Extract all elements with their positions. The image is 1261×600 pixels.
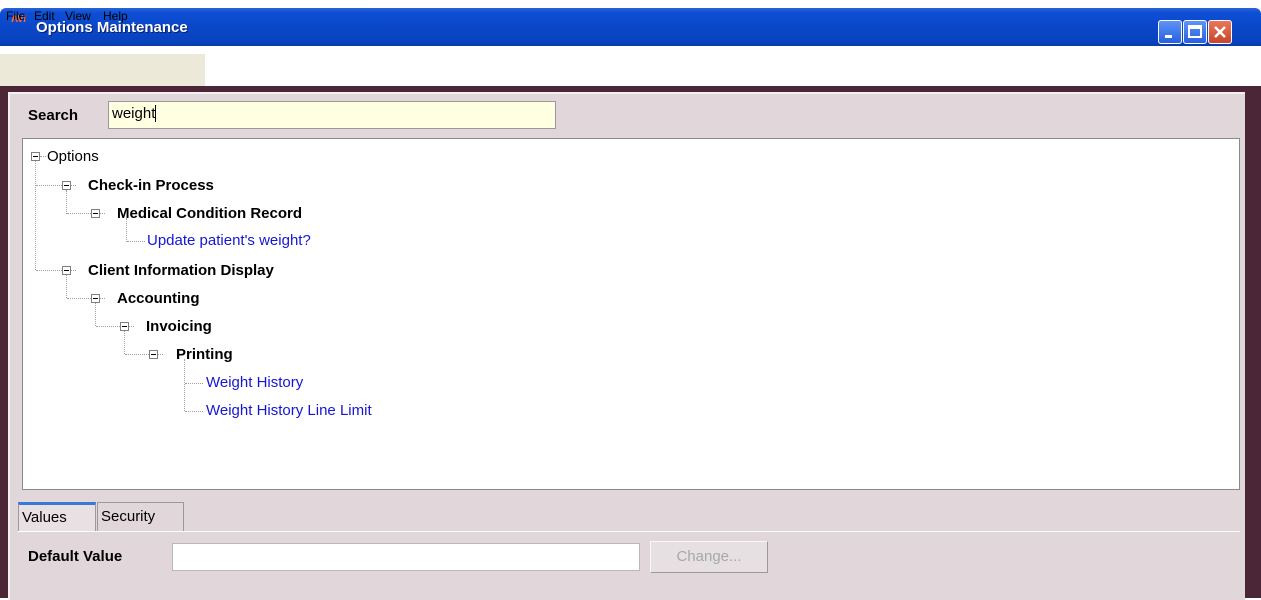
tree-connector xyxy=(40,156,46,157)
tree-connector xyxy=(158,354,163,355)
menu-bar xyxy=(0,54,205,86)
background-area xyxy=(205,54,1261,86)
menu-view[interactable]: View xyxy=(65,9,91,23)
tree-connector xyxy=(36,270,62,271)
tree-connector xyxy=(95,303,96,326)
maximize-button[interactable] xyxy=(1183,20,1207,44)
tree-node-accounting[interactable]: Accounting xyxy=(117,290,200,308)
tree-root-options[interactable]: Options xyxy=(47,148,99,166)
tree-connector xyxy=(124,331,125,354)
default-value-label: Default Value xyxy=(28,548,123,565)
tab-security[interactable]: Security xyxy=(97,502,184,531)
minimize-icon xyxy=(1165,35,1172,38)
search-value: weight xyxy=(112,105,157,122)
tree-connector xyxy=(100,298,105,299)
collapse-icon[interactable] xyxy=(91,209,100,218)
tree-connector xyxy=(66,275,67,298)
tree-connector xyxy=(67,298,91,299)
tree-connector xyxy=(129,326,134,327)
menu-edit[interactable]: Edit xyxy=(34,9,55,23)
title-bar xyxy=(0,8,1261,46)
tab-divider xyxy=(18,531,1240,532)
search-label: Search xyxy=(28,107,79,124)
change-button[interactable]: Change... xyxy=(650,541,768,573)
tree-option-weight-history[interactable]: Weight History xyxy=(206,374,303,392)
maximize-icon xyxy=(1188,25,1202,38)
close-button[interactable] xyxy=(1208,20,1232,44)
tree-node-check-in-process[interactable]: Check-in Process xyxy=(88,177,214,195)
default-value-field[interactable] xyxy=(172,543,640,571)
collapse-icon[interactable] xyxy=(62,266,71,275)
collapse-icon[interactable] xyxy=(149,350,158,359)
tree-connector xyxy=(35,161,36,270)
tree-node-printing[interactable]: Printing xyxy=(176,346,233,364)
search-input[interactable]: weight xyxy=(108,101,556,129)
tree-connector xyxy=(71,270,76,271)
tree-node-invoicing[interactable]: Invoicing xyxy=(146,318,212,336)
minimize-button[interactable] xyxy=(1158,20,1182,44)
tree-option-weight-history-line-limit[interactable]: Weight History Line Limit xyxy=(206,402,372,420)
tree-connector xyxy=(36,185,62,186)
tree-node-medical-condition-record[interactable]: Medical Condition Record xyxy=(117,205,302,223)
tree-connector xyxy=(184,359,185,411)
collapse-icon[interactable] xyxy=(91,294,100,303)
tree-connector xyxy=(67,213,91,214)
close-icon xyxy=(1214,26,1226,38)
collapse-icon[interactable] xyxy=(31,152,40,161)
collapse-icon[interactable] xyxy=(120,322,129,331)
tree-option-update-patient-weight[interactable]: Update patient's weight? xyxy=(147,232,311,250)
tree-connector xyxy=(96,326,120,327)
options-tree[interactable]: Options Check-in Process Medical Conditi… xyxy=(22,138,1240,490)
tree-connector xyxy=(125,354,149,355)
menu-help[interactable]: Help xyxy=(103,9,128,23)
tab-values[interactable]: Values xyxy=(18,502,96,531)
tree-connector xyxy=(127,241,145,242)
tree-connector xyxy=(185,383,203,384)
tree-connector xyxy=(66,190,67,214)
tree-connector xyxy=(185,411,203,412)
tree-connector xyxy=(71,185,76,186)
collapse-icon[interactable] xyxy=(62,181,71,190)
menu-file[interactable]: File xyxy=(6,9,25,23)
tree-connector xyxy=(100,213,105,214)
tree-node-client-information-display[interactable]: Client Information Display xyxy=(88,262,274,280)
